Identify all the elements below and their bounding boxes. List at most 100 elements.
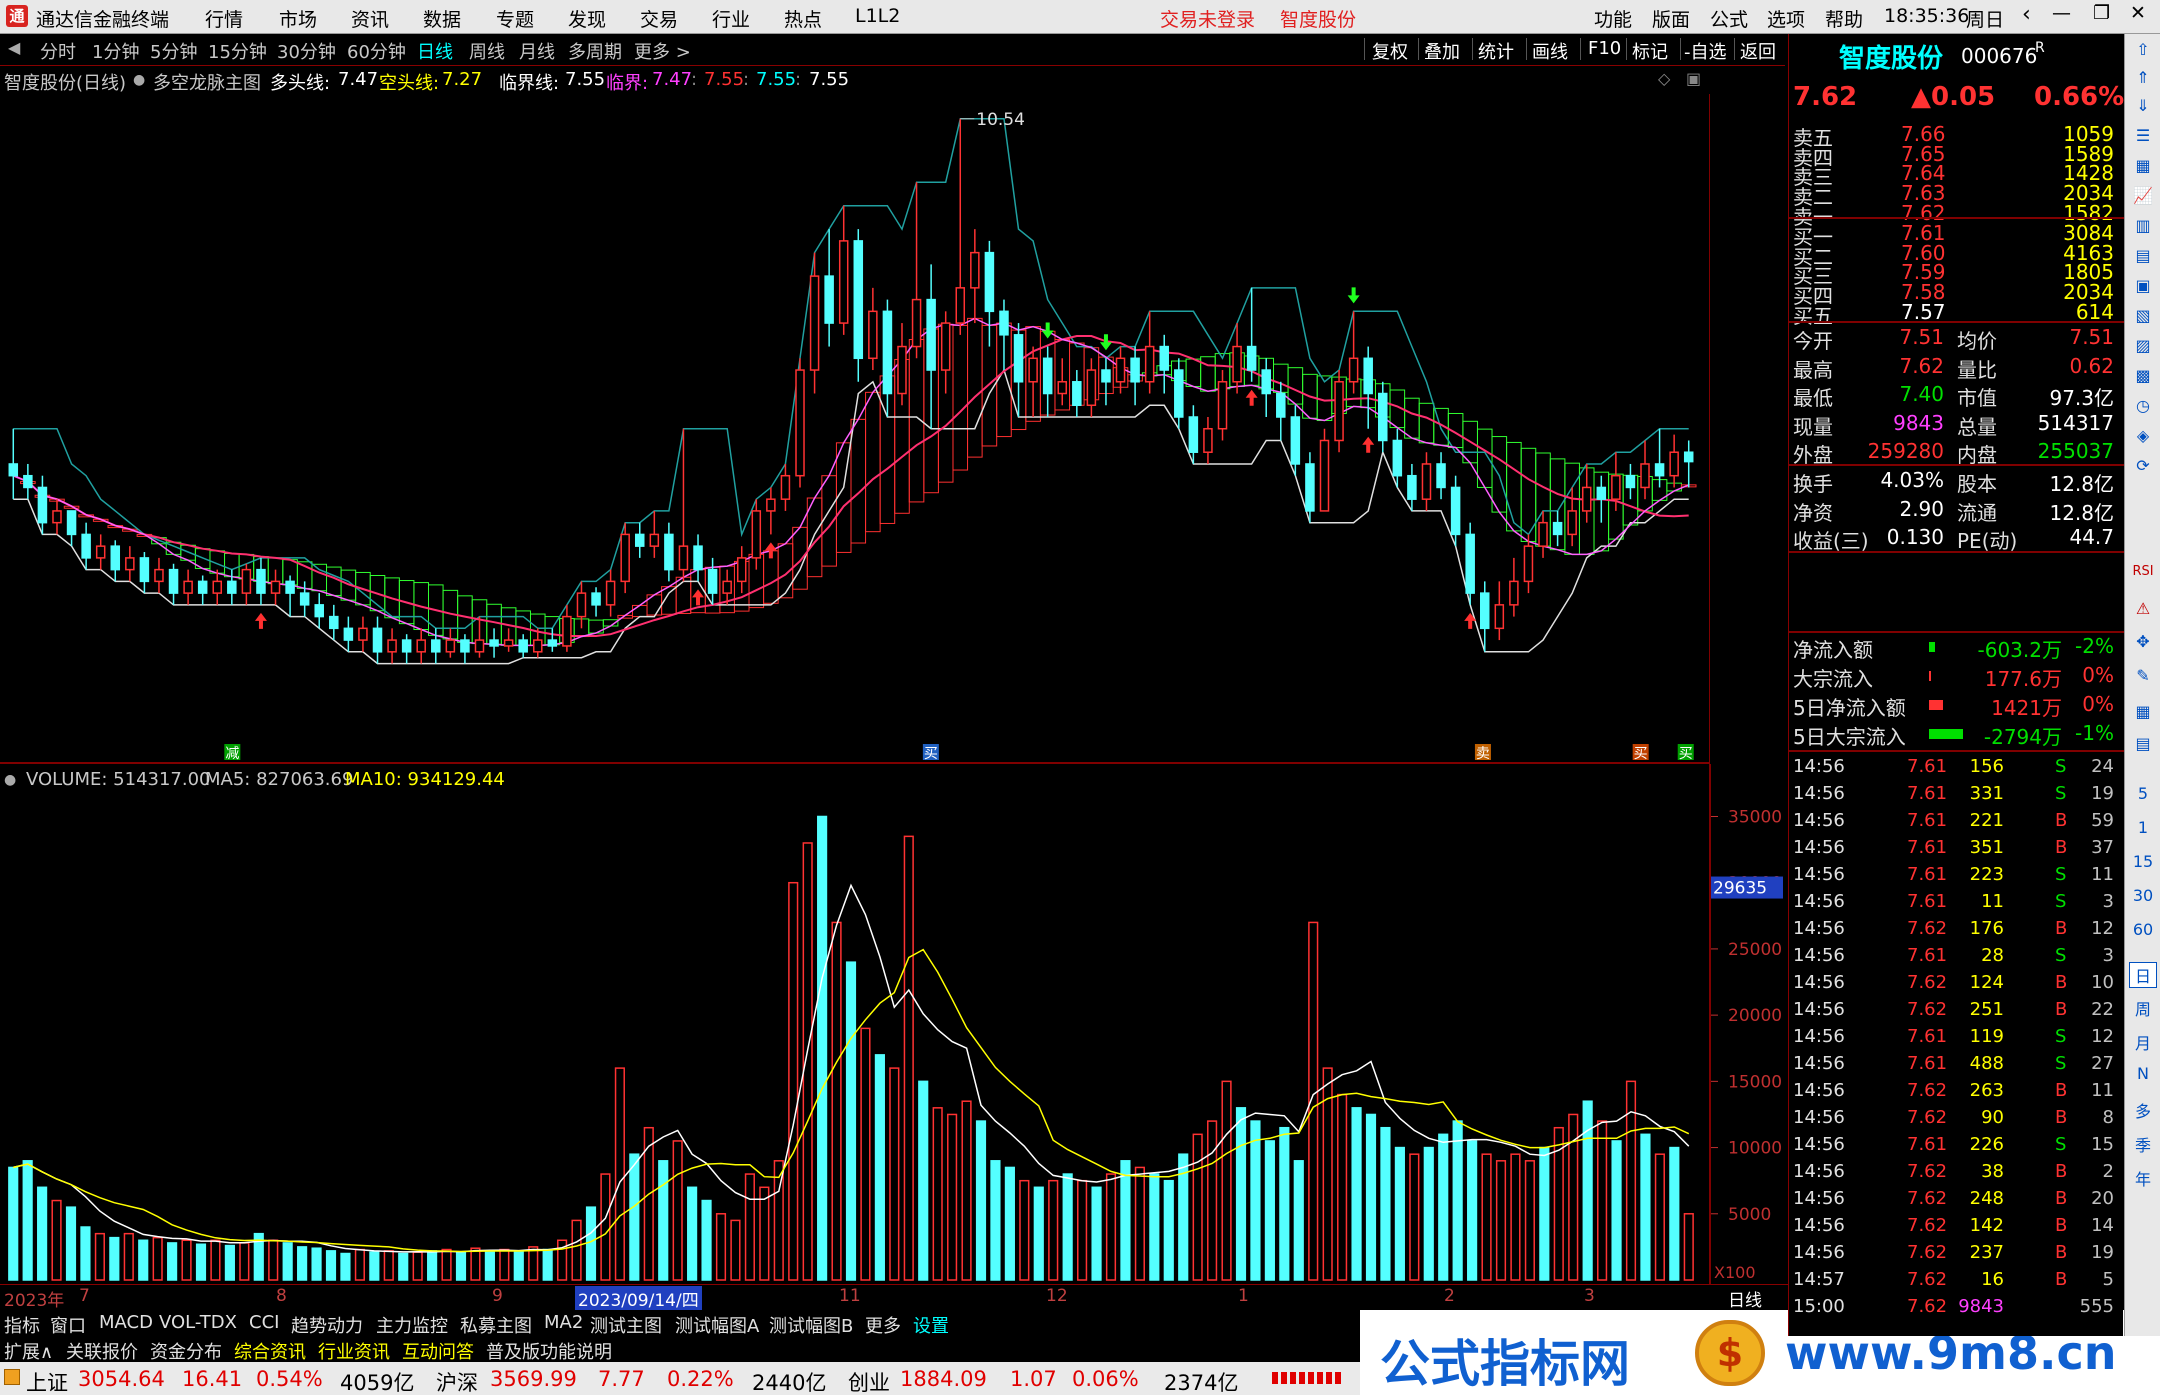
menu-item-topics[interactable]: 专题 — [496, 5, 534, 32]
move-icon[interactable]: ✥ — [2129, 632, 2157, 651]
tab-general-news[interactable]: 综合资讯 — [234, 1338, 306, 1364]
side-multi[interactable]: 多 — [2129, 1098, 2157, 1122]
hs-index-label[interactable]: 沪深 — [436, 1367, 478, 1395]
grid-icon[interactable]: ▦ — [2129, 156, 2157, 175]
draw-button[interactable]: 画线 — [1532, 38, 1568, 64]
menu-item-layout[interactable]: 版面 — [1652, 5, 1690, 32]
clock-icon[interactable]: ◷ — [2129, 396, 2157, 415]
tab-intraday[interactable]: 分时 — [40, 38, 76, 64]
tab-window[interactable]: 窗口 — [50, 1312, 86, 1338]
f10-icon[interactable]: ▣ — [2129, 276, 2157, 295]
table-icon[interactable]: ▤ — [2129, 246, 2157, 265]
tab-main-monitor[interactable]: 主力监控 — [376, 1312, 448, 1338]
excel-icon[interactable]: ▤ — [2129, 734, 2157, 753]
stock-link[interactable]: 智度股份 — [1280, 5, 1356, 32]
tab-weekly[interactable]: 周线 — [469, 38, 505, 64]
expand-icon[interactable]: ◇ — [1658, 69, 1670, 88]
arrow-down-icon[interactable]: ⇓ — [2129, 96, 2157, 115]
tab-test-main[interactable]: 测试主图 — [590, 1312, 662, 1338]
menu-item-function[interactable]: 功能 — [1594, 5, 1632, 32]
menu-item-hot[interactable]: 热点 — [784, 5, 822, 32]
cy-index-label[interactable]: 创业 — [848, 1367, 890, 1395]
tab-indicator[interactable]: 指标 — [4, 1312, 40, 1338]
arrow-up-alt-icon[interactable]: ⇑ — [2129, 68, 2157, 87]
price-chart[interactable]: 10.54减买卖买买 10.5010.009.509.008.508.007.5… — [0, 94, 1710, 764]
trade-login-status[interactable]: 交易未登录 — [1160, 5, 1255, 32]
menu-item-discover[interactable]: 发现 — [568, 5, 606, 32]
sh-index-label[interactable]: 上证 — [26, 1367, 68, 1395]
menu-item-data[interactable]: 数据 — [423, 5, 461, 32]
line-chart-icon[interactable]: 📈 — [2129, 186, 2157, 205]
tab-monthly[interactable]: 月线 — [519, 38, 555, 64]
volume-chart[interactable]: 350003000025000200001500010000500029635X… — [0, 764, 1788, 1284]
tab-trend-power[interactable]: 趋势动力 — [291, 1312, 363, 1338]
side-day[interactable]: 日 — [2129, 962, 2157, 988]
fs2-icon[interactable]: ▦ — [2129, 702, 2157, 721]
status-menu-icon[interactable] — [4, 1369, 20, 1385]
side-min1[interactable]: 1 — [2129, 818, 2157, 837]
tab-more[interactable]: 更多 > — [634, 38, 691, 64]
side-season[interactable]: 季 — [2129, 1132, 2157, 1156]
side-n[interactable]: N — [2129, 1064, 2157, 1083]
stats-button[interactable]: 统计 — [1478, 38, 1514, 64]
arrow-up-icon[interactable]: ⇧ — [2129, 40, 2157, 59]
tab-1min[interactable]: 1分钟 — [92, 38, 139, 64]
tab-test-sub-a[interactable]: 测试幅图A — [675, 1312, 759, 1338]
menu-item-industry[interactable]: 行业 — [712, 5, 750, 32]
tab-settings[interactable]: 设置 — [913, 1312, 949, 1338]
return-button[interactable]: 返回 — [1740, 38, 1776, 64]
restore-icon[interactable]: ❐ — [2093, 2, 2110, 24]
tab-more-indicators[interactable]: 更多 — [865, 1312, 901, 1338]
menu-item-market[interactable]: 市场 — [279, 5, 317, 32]
f10-button[interactable]: F10 — [1588, 38, 1621, 59]
menu-item-quotes[interactable]: 行情 — [205, 5, 243, 32]
tab-qa[interactable]: 互动问答 — [402, 1338, 474, 1364]
tab-expand[interactable]: 扩展∧ — [4, 1338, 53, 1364]
shield-icon[interactable]: ◈ — [2129, 426, 2157, 445]
tab-vol-tdx[interactable]: VOL-TDX — [159, 1312, 237, 1333]
tab-15min[interactable]: 15分钟 — [208, 38, 267, 64]
tab-related-quotes[interactable]: 关联报价 — [66, 1338, 138, 1364]
back-icon[interactable]: ‹ — [2022, 2, 2031, 27]
formula-name[interactable]: 多空龙脉主图 — [153, 69, 261, 95]
tab-edition-info[interactable]: 普及版功能说明 — [486, 1338, 612, 1364]
side-rsi[interactable]: RSI — [2129, 564, 2157, 579]
menu-item-l1l2[interactable]: L1L2 — [855, 5, 900, 27]
menu-item-trade[interactable]: 交易 — [640, 5, 678, 32]
tab-cci[interactable]: CCI — [249, 1312, 279, 1333]
tab-5min[interactable]: 5分钟 — [150, 38, 197, 64]
menu-item-help[interactable]: 帮助 — [1825, 5, 1863, 32]
tab-ma2[interactable]: MA2 — [544, 1312, 583, 1333]
collapse-icon[interactable]: ◀ — [8, 38, 20, 57]
tab-private-fund[interactable]: 私募主图 — [460, 1312, 532, 1338]
tab-30min[interactable]: 30分钟 — [277, 38, 336, 64]
mark-button[interactable]: 标记 — [1632, 38, 1668, 64]
remove-watchlist-button[interactable]: -自选 — [1684, 38, 1727, 64]
formula-toggle-icon[interactable]: ● — [133, 72, 145, 88]
tab-60min[interactable]: 60分钟 — [347, 38, 406, 64]
list-icon[interactable]: ☰ — [2129, 126, 2157, 145]
overlay-button[interactable]: 叠加 — [1424, 38, 1460, 64]
close-icon[interactable]: ✕ — [2130, 2, 2146, 24]
warning-icon[interactable]: ⚠ — [2129, 599, 2157, 618]
tab-multi-period[interactable]: 多周期 — [568, 38, 622, 64]
side-month[interactable]: 月 — [2129, 1030, 2157, 1054]
menu-item-formula[interactable]: 公式 — [1710, 5, 1748, 32]
pencil-icon[interactable]: ✎ — [2129, 666, 2157, 685]
menu-item-options[interactable]: 选项 — [1767, 5, 1805, 32]
menu-item-news[interactable]: 资讯 — [351, 5, 389, 32]
side-year[interactable]: 年 — [2129, 1166, 2157, 1190]
side-min60[interactable]: 60 — [2129, 920, 2157, 939]
tab-macd[interactable]: MACD — [99, 1312, 153, 1333]
refresh-icon[interactable]: ⟳ — [2129, 456, 2157, 475]
window-icon[interactable]: ▨ — [2129, 336, 2157, 355]
side-min15[interactable]: 15 — [2129, 852, 2157, 871]
fs-icon[interactable]: ▩ — [2129, 366, 2157, 385]
tab-industry-news[interactable]: 行业资讯 — [318, 1338, 390, 1364]
window-toggle-icon[interactable]: ▣ — [1686, 69, 1701, 88]
adjust-button[interactable]: 复权 — [1372, 38, 1408, 64]
side-min30[interactable]: 30 — [2129, 886, 2157, 905]
tab-fund-distribution[interactable]: 资金分布 — [150, 1338, 222, 1364]
candle-icon[interactable]: ▥ — [2129, 216, 2157, 235]
layout-icon[interactable]: ▧ — [2129, 306, 2157, 325]
